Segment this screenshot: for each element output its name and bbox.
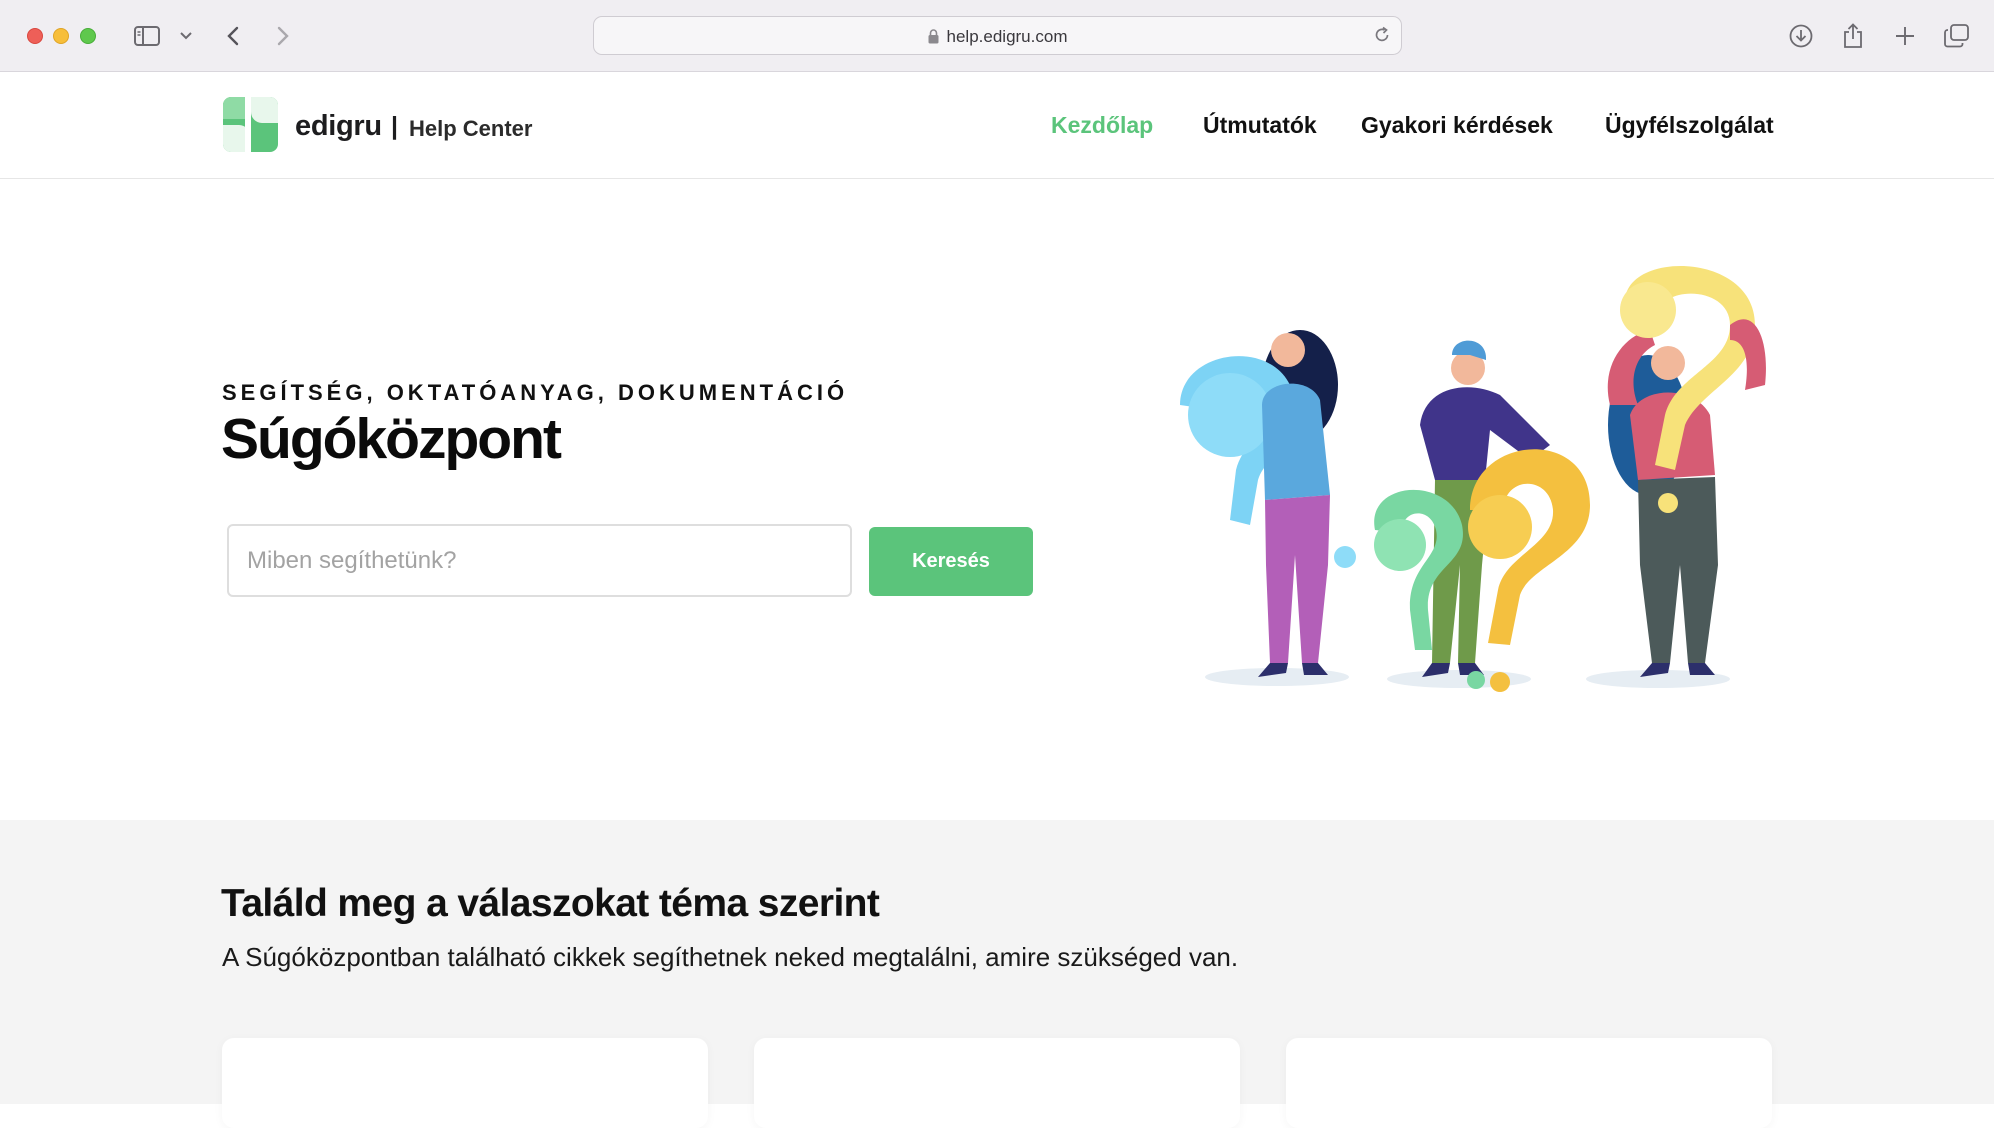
topic-card[interactable] — [1286, 1038, 1772, 1128]
edigru-logo-icon[interactable] — [223, 97, 278, 152]
topics-section: Találd meg a válaszokat téma szerint A S… — [0, 820, 1994, 1128]
new-tab-icon[interactable] — [1892, 22, 1918, 50]
reload-icon[interactable] — [1373, 26, 1391, 49]
topics-subtitle: A Súgóközpontban található cikkek segíth… — [222, 942, 1239, 972]
hero-eyebrow: SEGÍTSÉG, OKTATÓANYAG, DOKUMENTÁCIÓ — [222, 380, 849, 405]
search-input[interactable] — [227, 524, 852, 597]
hero-section: SEGÍTSÉG, OKTATÓANYAG, DOKUMENTÁCIÓ Súgó… — [0, 180, 1994, 820]
back-icon[interactable] — [222, 22, 244, 50]
address-bar[interactable]: help.edigru.com — [593, 16, 1402, 55]
topic-card[interactable] — [754, 1038, 1240, 1128]
brand-name[interactable]: edigru — [295, 110, 382, 143]
browser-toolbar: help.edigru.com — [0, 0, 1994, 72]
download-icon[interactable] — [1788, 22, 1814, 50]
site-header: edigru | Help Center Kezdőlap Útmutatók … — [0, 72, 1994, 179]
nav-item-home[interactable]: Kezdőlap — [1051, 112, 1153, 139]
sidebar-icon[interactable] — [133, 22, 161, 50]
nav-item-faq[interactable]: Gyakori kérdések — [1361, 112, 1553, 139]
nav-item-guides[interactable]: Útmutatók — [1203, 112, 1317, 139]
search-button[interactable]: Keresés — [869, 527, 1033, 596]
lock-icon — [928, 29, 939, 49]
brand-subtitle: Help Center — [409, 116, 533, 141]
forward-icon[interactable] — [272, 22, 294, 50]
zoom-window-button[interactable] — [80, 28, 96, 44]
url-text: help.edigru.com — [946, 27, 1068, 46]
share-icon[interactable] — [1840, 22, 1866, 50]
brand-separator: | — [391, 112, 398, 140]
topics-title: Találd meg a válaszokat téma szerint — [221, 882, 880, 925]
page-title: Súgóközpont — [221, 407, 562, 471]
minimize-window-button[interactable] — [53, 28, 69, 44]
topic-card[interactable] — [222, 1038, 708, 1128]
chevron-down-icon[interactable] — [178, 22, 194, 50]
question-people-illustration — [1180, 265, 1766, 692]
nav-item-support[interactable]: Ügyfélszolgálat — [1605, 112, 1774, 139]
tabs-overview-icon[interactable] — [1943, 22, 1971, 50]
close-window-button[interactable] — [27, 28, 43, 44]
